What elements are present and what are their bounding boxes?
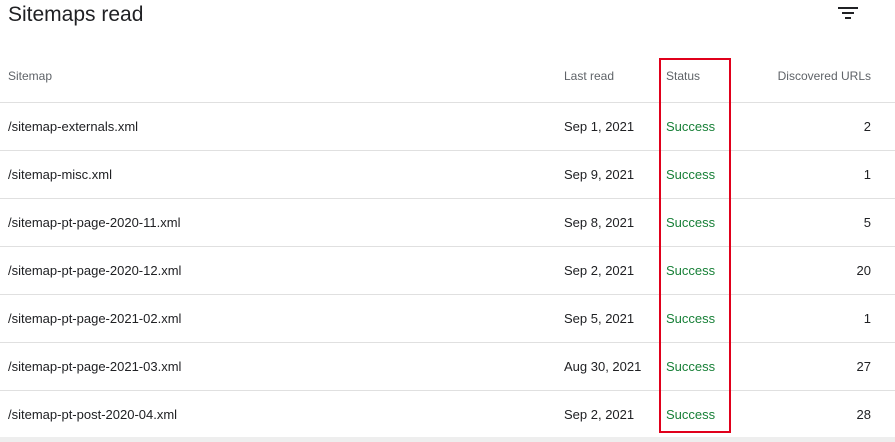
table-row[interactable]: /sitemap-pt-page-2020-12.xml Sep 2, 2021…: [0, 247, 895, 295]
status-cell: Success: [666, 311, 716, 326]
last-read-cell: Sep 2, 2021: [564, 263, 635, 278]
discovered-urls-cell: 1: [863, 167, 871, 182]
column-header-status[interactable]: Status: [666, 50, 700, 102]
card-title: Sitemaps read: [8, 3, 144, 26]
table-row[interactable]: /sitemap-externals.xml Sep 1, 2021 Succe…: [0, 103, 895, 151]
table-row[interactable]: /sitemap-misc.xml Sep 9, 2021 Success 1: [0, 151, 895, 199]
filter-icon: [838, 7, 858, 19]
discovered-urls-cell: 1: [863, 311, 871, 326]
sitemap-cell: /sitemap-pt-page-2021-02.xml: [8, 311, 182, 326]
table-row[interactable]: /sitemap-pt-page-2021-03.xml Aug 30, 202…: [0, 343, 895, 391]
card-header: Sitemaps read: [0, 0, 895, 50]
table-header-row: Sitemap Last read Status Discovered URLs: [0, 50, 895, 103]
column-header-sitemap[interactable]: Sitemap: [8, 50, 52, 102]
table-row[interactable]: /sitemap-pt-post-2020-04.xml Sep 2, 2021…: [0, 391, 895, 439]
discovered-urls-cell: 5: [863, 215, 871, 230]
last-read-cell: Sep 8, 2021: [564, 215, 635, 230]
table-row[interactable]: /sitemap-pt-page-2020-11.xml Sep 8, 2021…: [0, 199, 895, 247]
status-cell: Success: [666, 215, 716, 230]
discovered-urls-cell: 28: [856, 407, 871, 422]
filter-button[interactable]: [832, 0, 864, 24]
last-read-cell: Sep 9, 2021: [564, 167, 635, 182]
sitemap-cell: /sitemap-misc.xml: [8, 167, 113, 182]
sitemap-cell: /sitemap-pt-page-2021-03.xml: [8, 359, 182, 374]
status-cell: Success: [666, 167, 716, 182]
column-header-last-read[interactable]: Last read: [564, 50, 614, 102]
sitemap-cell: /sitemap-pt-page-2020-12.xml: [8, 263, 182, 278]
last-read-cell: Sep 1, 2021: [564, 119, 635, 134]
status-cell: Success: [666, 407, 716, 422]
column-header-discovered-urls[interactable]: Discovered URLs: [778, 50, 871, 102]
discovered-urls-cell: 27: [856, 359, 871, 374]
status-cell: Success: [666, 119, 716, 134]
table-row[interactable]: /sitemap-pt-page-2021-02.xml Sep 5, 2021…: [0, 295, 895, 343]
sitemap-cell: /sitemap-externals.xml: [8, 119, 139, 134]
sitemaps-table: Sitemap Last read Status Discovered URLs…: [0, 50, 895, 439]
table-footer-divider: [0, 437, 895, 442]
last-read-cell: Sep 5, 2021: [564, 311, 635, 326]
status-cell: Success: [666, 359, 716, 374]
discovered-urls-cell: 20: [856, 263, 871, 278]
last-read-cell: Sep 2, 2021: [564, 407, 635, 422]
discovered-urls-cell: 2: [863, 119, 871, 134]
sitemap-cell: /sitemap-pt-post-2020-04.xml: [8, 407, 178, 422]
sitemap-cell: /sitemap-pt-page-2020-11.xml: [8, 215, 181, 230]
last-read-cell: Aug 30, 2021: [564, 359, 642, 374]
status-cell: Success: [666, 263, 716, 278]
